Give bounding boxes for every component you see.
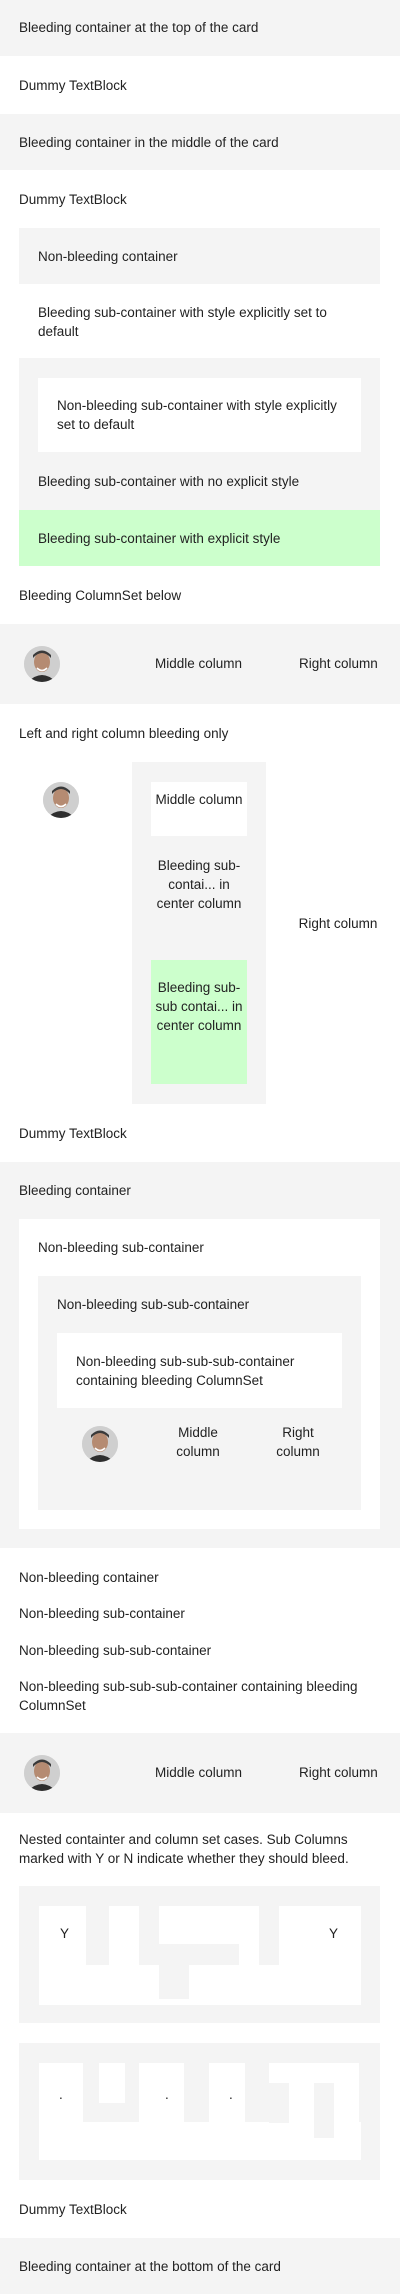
middle-column: Middle column: [176, 1425, 220, 1459]
sub-column: [99, 2063, 125, 2103]
text-block: Non-bleeding sub-sub-container: [57, 1297, 250, 1312]
bleed-marker: .: [165, 2087, 169, 2102]
sub-column: [139, 2063, 184, 2123]
text-block: Bleeding ColumnSet below: [19, 588, 182, 603]
text-block: Non-bleeding sub-container: [19, 1606, 185, 1621]
right-column: Right column: [276, 1425, 320, 1459]
non-bleeding-container: Non-bleeding container: [19, 228, 380, 284]
text-block: Nested containter and column set cases. …: [19, 1832, 349, 1866]
bleeding-sub-container-explicit-style: Bleeding sub-container with explicit sty…: [19, 510, 380, 566]
sub-column: [209, 2063, 245, 2123]
middle-column: Middle column: [155, 656, 243, 671]
bleed-marker: .: [229, 2087, 233, 2102]
bleeding-container: Bleeding container Non-bleeding sub-cont…: [0, 1162, 400, 1548]
text-block: Non-bleeding sub-sub-container: [19, 1643, 212, 1658]
bleeding-sub-sub-container: Bleeding sub-sub contai... in center col…: [151, 960, 247, 1084]
bleeding-container-middle: Bleeding container in the middle of the …: [0, 114, 400, 170]
text-block: Non-bleeding container: [38, 249, 178, 264]
sub-row: [209, 2122, 361, 2160]
dummy-text-block: Dummy TextBlock: [19, 1126, 127, 1141]
sub-column: [239, 1906, 259, 1966]
text-block: Bleeding container at the top of the car…: [19, 20, 259, 35]
sub-row: [39, 1965, 361, 2005]
text-block: Non-bleeding sub-sub-sub-container conta…: [76, 1354, 295, 1388]
middle-column-container: Middle column: [151, 782, 247, 836]
bleeding-container-top: Bleeding container at the top of the car…: [0, 0, 400, 56]
non-bleeding-sub-sub-sub-container: Non-bleeding sub-sub-sub-container conta…: [57, 1333, 342, 1408]
person-avatar-icon: [82, 1426, 118, 1462]
non-bleeding-sub-container: Non-bleeding sub-container Non-bleeding …: [19, 1219, 380, 1529]
text-block: Bleeding container: [19, 1183, 131, 1198]
sub-container-frame: Non-bleeding sub-container with style ex…: [19, 358, 380, 510]
sub-column: [159, 1944, 189, 1999]
text-block: Left and right column bleeding only: [19, 726, 229, 741]
nested-case-2: . . .: [19, 2043, 380, 2180]
sub-column: [314, 2083, 334, 2138]
text-block: Non-bleeding sub-sub-sub-container conta…: [19, 1679, 358, 1713]
bleed-marker: Y: [60, 1926, 70, 1941]
text-block: Bleeding sub-container with style explic…: [38, 305, 327, 339]
bleeding-column-set: Middle column Right column: [0, 1733, 400, 1813]
right-column: Right column: [298, 916, 378, 931]
non-bleeding-sub-container-default-style: Non-bleeding sub-container with style ex…: [38, 378, 361, 452]
person-avatar-icon: [43, 782, 79, 818]
text-block: Bleeding sub-container with explicit sty…: [38, 531, 281, 546]
right-column: Right column: [299, 1765, 378, 1780]
non-bleeding-sub-sub-container: Non-bleeding sub-sub-container Non-bleed…: [38, 1276, 361, 1510]
right-column: Right column: [299, 656, 378, 671]
bleeding-container-bottom: Bleeding container at the bottom of the …: [0, 2238, 400, 2294]
dummy-text-block: Dummy TextBlock: [19, 192, 127, 207]
text-block: Non-bleeding sub-container: [38, 1240, 204, 1255]
bleed-marker: .: [59, 2087, 63, 2102]
nested-case-1: Y Y: [19, 1886, 380, 2023]
middle-column: Middle column: [155, 792, 243, 807]
person-avatar-icon: [24, 646, 60, 682]
text-block: Bleeding container at the bottom of the …: [19, 2259, 281, 2274]
bleeding-column-set: Middle column Right column: [0, 624, 400, 704]
text-block: Bleeding container in the middle of the …: [19, 135, 279, 150]
bleeding-sub-container-default-style: Bleeding sub-container with style explic…: [19, 284, 380, 358]
sub-column: [159, 1906, 239, 1944]
sub-column: [269, 2083, 289, 2123]
sub-row: [39, 2122, 209, 2160]
sub-column: [109, 1906, 139, 1966]
person-avatar-icon: [24, 1755, 60, 1791]
text-block: Non-bleeding sub-container with style ex…: [57, 398, 337, 432]
bleeding-sub-container: Bleeding sub-contai... in center column: [156, 858, 242, 911]
bleed-marker: Y: [329, 1926, 339, 1941]
text-block: Bleeding sub-container with no explicit …: [38, 474, 300, 489]
dummy-text-block: Dummy TextBlock: [19, 2202, 127, 2217]
text-block: Bleeding sub-sub contai... in center col…: [155, 980, 243, 1033]
middle-column: Middle column: [155, 1765, 243, 1780]
center-column: Middle column Bleeding sub-contai... in …: [132, 762, 266, 1104]
dummy-text-block: Dummy TextBlock: [19, 78, 127, 93]
text-block: Non-bleeding container: [19, 1570, 159, 1585]
